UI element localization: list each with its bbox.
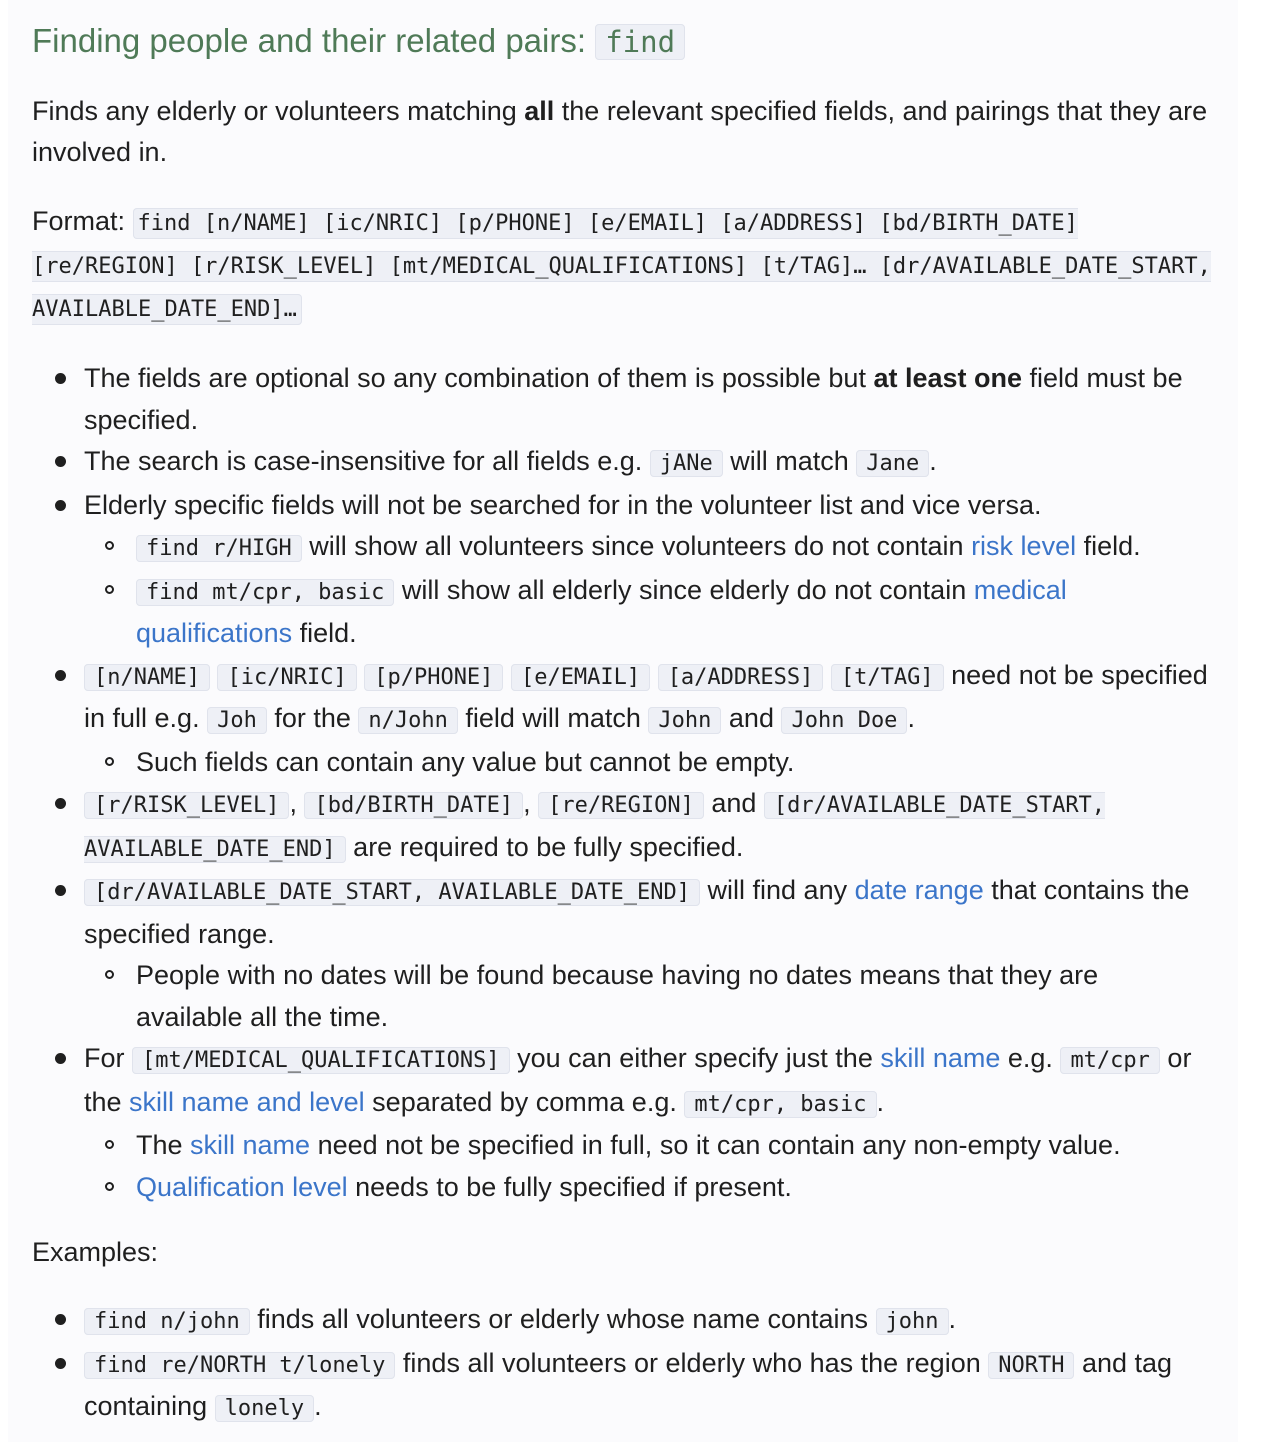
inline-code: find n/john	[84, 1308, 250, 1335]
sub-list: People with no dates will be found becau…	[84, 955, 1212, 1038]
list-item: For [mt/MEDICAL_QUALIFICATIONS] you can …	[32, 1038, 1212, 1208]
text: will find any	[700, 875, 855, 905]
text: will show all elderly since elderly do n…	[394, 574, 974, 605]
text: for the	[266, 703, 359, 733]
inline-code: n/John	[358, 707, 458, 734]
inline-code: [n/NAME]	[84, 663, 210, 691]
sub-list-item: People with no dates will be found becau…	[84, 955, 1212, 1038]
find-section: Finding people and their related pairs: …	[32, 0, 1212, 1430]
text: and	[721, 703, 782, 733]
text: People with no dates will be found becau…	[136, 960, 1099, 1032]
sub-list-item: Qualification level needs to be fully sp…	[84, 1167, 1212, 1209]
sub-list-item: find r/HIGH will show all volunteers sin…	[84, 526, 1212, 570]
section-heading: Finding people and their related pairs: …	[32, 0, 1212, 65]
text: finds all volunteers or elderly whose na…	[249, 1304, 876, 1334]
sub-list: find r/HIGH will show all volunteers sin…	[84, 526, 1212, 655]
text: ,	[289, 788, 305, 818]
document-page: Finding people and their related pairs: …	[8, 0, 1238, 1442]
text: e.g.	[1000, 1043, 1061, 1073]
inline-code: [re/REGION]	[538, 792, 704, 819]
text: .	[948, 1304, 957, 1334]
date-range-link[interactable]: date range	[855, 875, 984, 905]
inline-code: [r/RISK_LEVEL]	[84, 792, 290, 819]
intro-text: Finds any elderly or volunteers matching	[32, 96, 525, 126]
text: field.	[1076, 531, 1141, 561]
risk-level-link[interactable]: risk level	[971, 531, 1076, 561]
text: The fields are optional so any combinati…	[84, 363, 874, 393]
examples-list: find n/john finds all volunteers or elde…	[32, 1299, 1212, 1430]
text: field will match	[457, 703, 649, 733]
intro-bold: all	[524, 96, 555, 126]
sub-list-item: The skill name need not be specified in …	[84, 1125, 1212, 1167]
list-item: find re/NORTH t/lonely finds all volunte…	[32, 1343, 1212, 1430]
text: field.	[292, 618, 357, 648]
format-label: Format:	[32, 206, 133, 236]
inline-code: find mt/cpr, basic	[136, 578, 395, 606]
inline-code: find r/HIGH	[136, 535, 302, 562]
format-code: find [n/NAME] [ic/NRIC] [p/PHONE] [e/EMA…	[32, 208, 1211, 325]
inline-code: [bd/BIRTH_DATE]	[304, 792, 524, 819]
inline-code: John	[648, 707, 722, 734]
intro-paragraph: Finds any elderly or volunteers matching…	[32, 91, 1212, 173]
text: are required to be fully specified.	[345, 831, 744, 862]
list-item: [n/NAME] [ic/NRIC] [p/PHONE] [e/EMAIL] […	[32, 655, 1212, 784]
text: will show all volunteers since volunteer…	[301, 531, 972, 561]
text: .	[314, 1391, 322, 1421]
list-item: The fields are optional so any combinati…	[32, 358, 1212, 441]
notes-list: The fields are optional so any combinati…	[32, 358, 1212, 1208]
text: separated by comma e.g.	[364, 1086, 685, 1117]
text: needs to be fully specified if present.	[347, 1171, 792, 1202]
skill-name-and-level-link[interactable]: skill name and level	[129, 1087, 365, 1117]
inline-code: john	[875, 1308, 949, 1335]
heading-code: find	[595, 24, 686, 60]
text: you can either specify just the	[509, 1043, 881, 1073]
inline-code: find re/NORTH t/lonely	[84, 1351, 396, 1379]
text: need not be specified in full, so it can…	[310, 1130, 1121, 1160]
inline-code: [e/EMAIL]	[510, 663, 651, 691]
list-item: Elderly specific fields will not be sear…	[32, 485, 1212, 655]
sub-list: The skill name need not be specified in …	[84, 1125, 1212, 1208]
qualification-level-link[interactable]: Qualification level	[136, 1172, 348, 1202]
text: .	[929, 446, 937, 476]
list-item: The search is case-insensitive for all f…	[32, 441, 1212, 485]
examples-title: Examples:	[32, 1237, 159, 1267]
text: The search is case-insensitive for all f…	[84, 446, 650, 476]
list-item: find n/john finds all volunteers or elde…	[32, 1299, 1212, 1343]
text: ,	[523, 788, 539, 818]
sub-list-item: find mt/cpr, basic will show all elderly…	[84, 570, 1212, 655]
inline-code: [mt/MEDICAL_QUALIFICATIONS]	[132, 1047, 510, 1074]
inline-code: NORTH	[988, 1351, 1075, 1379]
format-paragraph: Format: find [n/NAME] [ic/NRIC] [p/PHONE…	[32, 201, 1212, 330]
inline-code: mt/cpr	[1060, 1047, 1160, 1074]
inline-code: jANe	[649, 450, 723, 477]
inline-code: [p/PHONE]	[364, 663, 504, 691]
skill-name-link[interactable]: skill name	[190, 1130, 310, 1160]
text: finds all volunteers or elderly who has …	[395, 1347, 989, 1378]
sub-list-item: Such fields can contain any value but ca…	[84, 742, 1212, 784]
skill-name-link[interactable]: skill name	[880, 1043, 1000, 1073]
text: For	[84, 1043, 133, 1073]
inline-code: [a/ADDRESS]	[657, 663, 824, 691]
text: .	[876, 1086, 885, 1117]
bold-text: at least one	[873, 363, 1023, 393]
inline-code: [dr/AVAILABLE_DATE_START, AVAILABLE_DATE…	[84, 879, 701, 906]
text: Such fields can contain any value but ca…	[136, 746, 795, 777]
inline-code: Joh	[207, 707, 267, 734]
inline-code: Jane	[856, 450, 930, 477]
heading-text: Finding people and their related pairs:	[32, 22, 596, 59]
sub-list: Such fields can contain any value but ca…	[84, 742, 1212, 784]
inline-code: [ic/NRIC]	[217, 663, 357, 691]
list-item: [r/RISK_LEVEL], [bd/BIRTH_DATE], [re/REG…	[32, 783, 1212, 870]
text: and	[703, 788, 764, 818]
list-item: [dr/AVAILABLE_DATE_START, AVAILABLE_DATE…	[32, 870, 1212, 1038]
inline-code: [t/TAG]	[830, 663, 944, 691]
inline-code: John Doe	[781, 707, 908, 734]
text: The	[136, 1130, 191, 1160]
text: Elderly specific fields will not be sear…	[84, 489, 1042, 520]
inline-code: mt/cpr, basic	[684, 1090, 877, 1118]
text: will match	[722, 446, 857, 476]
text: .	[907, 703, 915, 733]
inline-code: lonely	[214, 1395, 315, 1422]
